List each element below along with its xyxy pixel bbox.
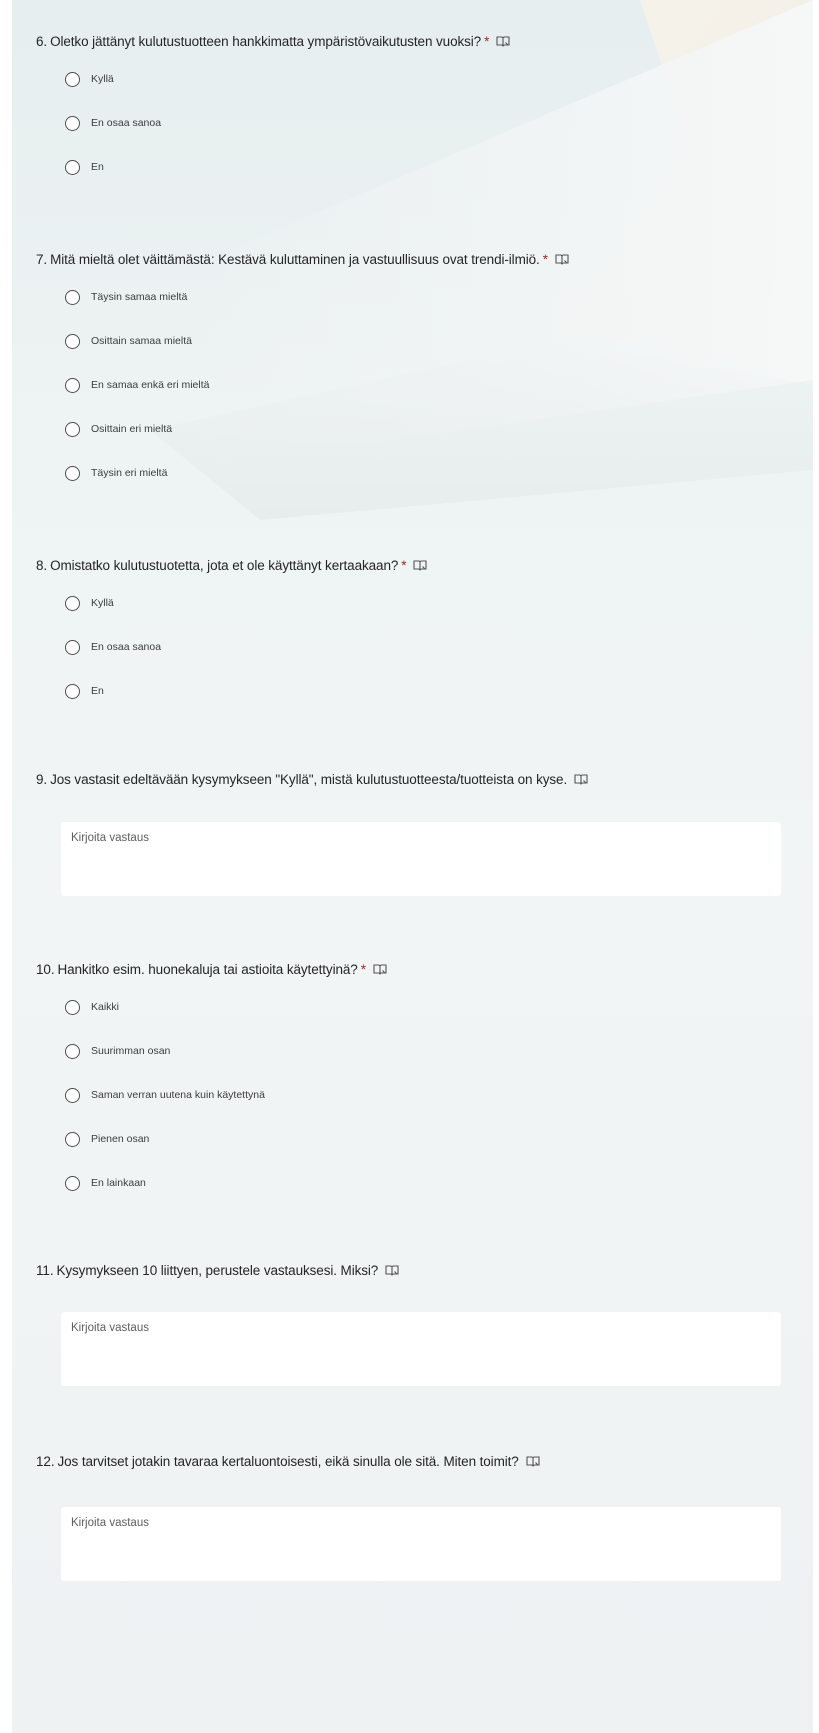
answer-placeholder: Kirjoita vastaus <box>71 1322 149 1334</box>
option-taysin-eri-mielta[interactable]: Täysin eri mieltä <box>65 460 806 486</box>
option-saman-verran[interactable]: Saman verran uutena kuin käytettynä <box>65 1082 806 1108</box>
answer-input-12[interactable]: Kirjoita vastaus <box>61 1507 781 1581</box>
option-label: Kaikki <box>91 1001 120 1013</box>
required-marker: * <box>401 558 407 573</box>
question-number: 8. <box>36 558 48 573</box>
question-10: 10. Hankitko esim. huonekaluja tai astioi… <box>36 960 806 1214</box>
option-label: Täysin eri mieltä <box>91 467 168 479</box>
radio-button-icon[interactable] <box>65 115 80 131</box>
survey-form: 6. Oletko jättänyt kulutustuotteen hankki… <box>0 0 819 1733</box>
radio-button-icon[interactable] <box>65 1043 80 1059</box>
option-label: En <box>91 161 104 173</box>
radio-button-icon[interactable] <box>65 999 80 1015</box>
question-12-title: 12. Jos tarvitset jotakin tavaraa kertalu… <box>36 1452 806 1472</box>
option-label: En osaa sanoa <box>91 641 162 653</box>
answer-input-11[interactable]: Kirjoita vastaus <box>61 1312 781 1386</box>
immersive-reader-icon[interactable] <box>373 961 387 975</box>
option-en-osaa-sanoa[interactable]: En osaa sanoa <box>65 634 806 660</box>
question-number: 7. <box>36 252 48 267</box>
option-suurimman-osan[interactable]: Suurimman osan <box>65 1038 806 1064</box>
radio-button-icon[interactable] <box>65 1131 80 1147</box>
answer-placeholder: Kirjoita vastaus <box>71 1517 149 1529</box>
question-6-title: 6. Oletko jättänyt kulutustuotteen hankki… <box>36 32 806 52</box>
option-label: Saman verran uutena kuin käytettynä <box>91 1089 265 1101</box>
option-label: Osittain eri mieltä <box>91 423 173 435</box>
question-text: Mitä mieltä olet väittämästä: Kestävä ku… <box>50 252 540 267</box>
option-label: En osaa sanoa <box>91 117 162 129</box>
immersive-reader-icon[interactable] <box>413 557 427 571</box>
question-text: Kysymykseen 10 liittyen, perustele vasta… <box>56 1263 379 1278</box>
option-label: Kyllä <box>91 597 114 609</box>
option-en-samaa-enka-eri-mielta[interactable]: En samaa enkä eri mieltä <box>65 372 806 398</box>
radio-button-icon[interactable] <box>65 377 80 393</box>
question-text: Omistatko kulutustuotetta, jota et ole k… <box>50 558 399 573</box>
option-pienen-osan[interactable]: Pienen osan <box>65 1126 806 1152</box>
option-label: Pienen osan <box>91 1133 150 1145</box>
radio-button-icon[interactable] <box>65 595 80 611</box>
option-label: En <box>91 685 104 697</box>
option-osittain-samaa-mielta[interactable]: Osittain samaa mieltä <box>65 328 806 354</box>
required-marker: * <box>542 252 548 267</box>
immersive-reader-icon[interactable] <box>385 1262 399 1276</box>
question-text: Oletko jättänyt kulutustuotteen hankkima… <box>50 34 482 49</box>
option-en[interactable]: En <box>65 154 806 180</box>
radio-button-icon[interactable] <box>65 1087 80 1103</box>
question-8: 8. Omistatko kulutustuotetta, jota et ole… <box>36 556 806 722</box>
option-label: Täysin samaa mieltä <box>91 291 188 303</box>
immersive-reader-icon[interactable] <box>574 771 588 785</box>
option-en-lainkaan[interactable]: En lainkaan <box>65 1170 806 1196</box>
question-number: 9. <box>36 772 48 787</box>
option-kylla[interactable]: Kyllä <box>65 66 806 92</box>
option-label: Osittain samaa mieltä <box>91 335 192 347</box>
option-kylla[interactable]: Kyllä <box>65 590 806 616</box>
question-number: 11. <box>36 1263 54 1278</box>
option-osittain-eri-mielta[interactable]: Osittain eri mieltä <box>65 416 806 442</box>
question-9-title: 9. Jos vastasit edeltävään kysymykseen "K… <box>36 770 806 790</box>
question-11-title: 11. Kysymykseen 10 liittyen, perustele va… <box>36 1261 806 1281</box>
required-marker: * <box>360 962 366 977</box>
radio-button-icon[interactable] <box>65 683 80 699</box>
question-text: Jos tarvitset jotakin tavaraa kertaluont… <box>57 1454 519 1469</box>
question-7-title: 7. Mitä mieltä olet väittämästä: Kestävä … <box>36 250 806 270</box>
radio-button-icon[interactable] <box>65 159 80 175</box>
radio-button-icon[interactable] <box>65 1175 80 1191</box>
question-number: 6. <box>36 34 48 49</box>
option-label: Suurimman osan <box>91 1045 171 1057</box>
immersive-reader-icon[interactable] <box>496 33 510 47</box>
radio-button-icon[interactable] <box>65 71 80 87</box>
answer-placeholder: Kirjoita vastaus <box>71 832 149 844</box>
question-6: 6. Oletko jättänyt kulutustuotteen hankki… <box>36 32 806 198</box>
answer-input-9[interactable]: Kirjoita vastaus <box>61 822 781 896</box>
radio-button-icon[interactable] <box>65 421 80 437</box>
radio-button-icon[interactable] <box>65 639 80 655</box>
question-text: Hankitko esim. huonekaluja tai astioita … <box>57 962 358 977</box>
option-en-osaa-sanoa[interactable]: En osaa sanoa <box>65 110 806 136</box>
question-8-title: 8. Omistatko kulutustuotetta, jota et ole… <box>36 556 806 576</box>
option-taysin-samaa-mielta[interactable]: Täysin samaa mieltä <box>65 284 806 310</box>
radio-button-icon[interactable] <box>65 465 80 481</box>
option-label: En lainkaan <box>91 1177 146 1189</box>
question-9: 9. Jos vastasit edeltävään kysymykseen "K… <box>36 770 806 790</box>
question-text: Jos vastasit edeltävään kysymykseen "Kyl… <box>50 772 568 787</box>
question-11: 11. Kysymykseen 10 liittyen, perustele va… <box>36 1261 806 1281</box>
radio-button-icon[interactable] <box>65 333 80 349</box>
question-number: 10. <box>36 962 55 977</box>
question-12: 12. Jos tarvitset jotakin tavaraa kertalu… <box>36 1452 806 1472</box>
radio-button-icon[interactable] <box>65 289 80 305</box>
question-number: 12. <box>36 1454 55 1469</box>
required-marker: * <box>484 34 490 49</box>
option-label: En samaa enkä eri mieltä <box>91 379 210 391</box>
question-10-title: 10. Hankitko esim. huonekaluja tai astioi… <box>36 960 806 980</box>
question-7: 7. Mitä mieltä olet väittämästä: Kestävä … <box>36 250 806 504</box>
option-kaikki[interactable]: Kaikki <box>65 994 806 1020</box>
option-en[interactable]: En <box>65 678 806 704</box>
immersive-reader-icon[interactable] <box>526 1453 540 1467</box>
immersive-reader-icon[interactable] <box>555 251 569 265</box>
option-label: Kyllä <box>91 73 114 85</box>
